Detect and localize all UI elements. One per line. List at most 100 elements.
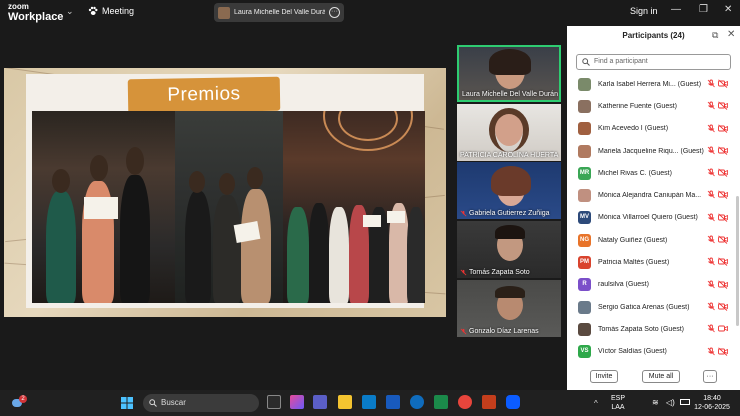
chrome-icon[interactable] [458,395,472,409]
person-figure [407,207,425,303]
video-off-icon[interactable] [718,79,728,88]
video-off-icon[interactable] [718,168,728,178]
more-options-button[interactable]: ··· [703,370,717,383]
certificate [363,215,381,227]
video-off-icon[interactable] [718,347,728,356]
participant-row[interactable]: Mónica Alejandra Caniupán Ma... [567,184,735,206]
close-window-icon[interactable]: ✕ [724,4,732,15]
mic-muted-icon[interactable] [707,146,715,155]
mic-muted-icon[interactable] [707,213,715,222]
zoom-taskbar-icon[interactable] [506,395,520,409]
video-tile[interactable]: Gonzalo Díaz Larenas [457,280,561,337]
battery-icon[interactable] [680,399,690,405]
video-off-icon[interactable] [718,124,728,133]
screen-share-indicator[interactable]: Laura Michelle Del Valle Durán's s ··· [214,3,344,22]
share-pill-text: Laura Michelle Del Valle Durán's s [234,9,325,16]
sign-in-button[interactable]: Sign in [630,6,658,16]
restore-icon[interactable]: ❐ [699,4,708,15]
mic-muted-icon[interactable] [707,324,715,333]
video-off-icon[interactable] [718,101,728,111]
participant-row[interactable]: Tomás Zapata Soto (Guest) [567,318,735,340]
person-figure [185,191,211,303]
lang-line1: ESP [610,395,625,402]
person-figure [120,175,150,303]
mic-muted-icon[interactable] [707,280,715,289]
taskbar-search-box[interactable]: Buscar [143,394,259,412]
edge-icon[interactable] [410,395,424,409]
participant-row[interactable]: Rraulsilva (Guest) [567,274,735,296]
chevron-down-icon[interactable]: ⌄ [66,6,74,17]
participant-row[interactable]: MV Mónica Villarroel Quiero (Guest) [567,207,735,229]
weather-widget[interactable]: 2 [10,395,27,411]
participant-row[interactable]: Katherine Fuente (Guest) [567,95,735,117]
mute-all-button[interactable]: Mute all [642,370,680,383]
close-panel-icon[interactable]: ✕ [727,29,735,40]
minimize-icon[interactable]: — [671,4,681,15]
meeting-menu[interactable]: Meeting [88,6,134,16]
lang-line2: LAA [611,404,625,411]
tray-chevron-icon[interactable]: ^ [594,399,598,408]
video-off-icon[interactable] [718,257,728,267]
windows-start-icon[interactable] [121,397,133,409]
pop-out-icon[interactable]: ⧉ [712,30,718,41]
video-tile[interactable]: PATRICIA CAROLINA HUERTA [457,104,561,161]
participant-name: raulsilva (Guest) [598,281,649,289]
more-options-icon[interactable]: ··· [329,7,340,18]
participant-avatar: VS [578,345,591,359]
teams-icon[interactable] [313,395,327,409]
video-off-icon[interactable] [718,146,728,155]
video-tile[interactable]: Tomás Zapata Soto [457,221,561,278]
person-head [247,167,263,189]
mic-muted-icon[interactable] [707,101,715,110]
mic-muted-icon[interactable] [707,190,715,199]
video-off-icon[interactable] [718,280,728,289]
participant-avatar [578,99,591,113]
task-view-icon[interactable] [267,395,281,409]
file-explorer-icon[interactable] [338,395,352,409]
participant-row[interactable]: Kim Acevedo I (Guest) [567,118,735,140]
excel-icon[interactable] [434,395,448,409]
participant-avatar: MV [578,211,591,225]
participant-row[interactable]: VS Víctor Saldías (Guest) [567,341,735,363]
participant-row[interactable]: NG Nataly Guiñez (Guest) [567,229,735,251]
word-icon[interactable] [386,395,400,409]
mic-muted-icon[interactable] [707,257,715,266]
participant-name: Tomás Zapata Soto (Guest) [598,325,684,333]
participant-avatar [578,144,591,158]
copilot-icon[interactable] [290,395,304,409]
search-icon [582,58,590,66]
video-tile-name: Gabriela Gutierrez Zuñiga [460,210,550,217]
mic-muted-icon[interactable] [707,168,715,177]
invite-button[interactable]: Invite [590,370,618,383]
video-on-icon[interactable] [718,324,728,333]
participant-row[interactable]: Sergio Gatica Arenas (Guest) [567,296,735,318]
mic-muted-icon[interactable] [707,79,715,88]
powerpoint-icon[interactable] [482,395,496,409]
video-off-icon[interactable] [718,213,728,222]
video-tile[interactable]: Laura Michelle Del Valle Durán [457,45,561,102]
participant-name: Kim Acevedo I (Guest) [598,125,669,133]
participant-row[interactable]: PM Patricia Maltés (Guest) [567,251,735,273]
mic-muted-icon[interactable] [707,124,715,133]
video-off-icon[interactable] [718,235,728,244]
participant-avatar [578,189,591,203]
participant-row[interactable]: Mariela Jacqueline Riqu... (Guest) [567,140,735,162]
wifi-icon[interactable]: ≋ [652,398,659,407]
video-off-icon[interactable] [718,190,728,200]
mic-muted-icon[interactable] [707,235,715,244]
video-tile[interactable]: Gabriela Gutierrez Zuñiga [457,162,561,219]
tile-name-text: Gabriela Gutierrez Zuñiga [469,210,550,217]
participant-row[interactable]: Karla Isabel Herrera Mi... (Guest) [567,73,735,95]
volume-icon[interactable]: ◁) [666,398,675,407]
clock[interactable]: 18:40 12-06-2025 [692,394,732,412]
mic-muted-icon[interactable] [707,302,715,311]
mic-muted-icon[interactable] [707,347,715,356]
scrollbar[interactable] [736,196,739,326]
person-figure [309,203,329,303]
participant-search-input[interactable]: Find a participant [576,54,731,70]
store-icon[interactable] [362,395,376,409]
participant-avatar: PM [578,256,591,270]
participant-row[interactable]: MR Michel Rivas C. (Guest) [567,162,735,184]
video-off-icon[interactable] [718,302,728,311]
language-indicator[interactable]: ESP LAA [608,394,628,412]
